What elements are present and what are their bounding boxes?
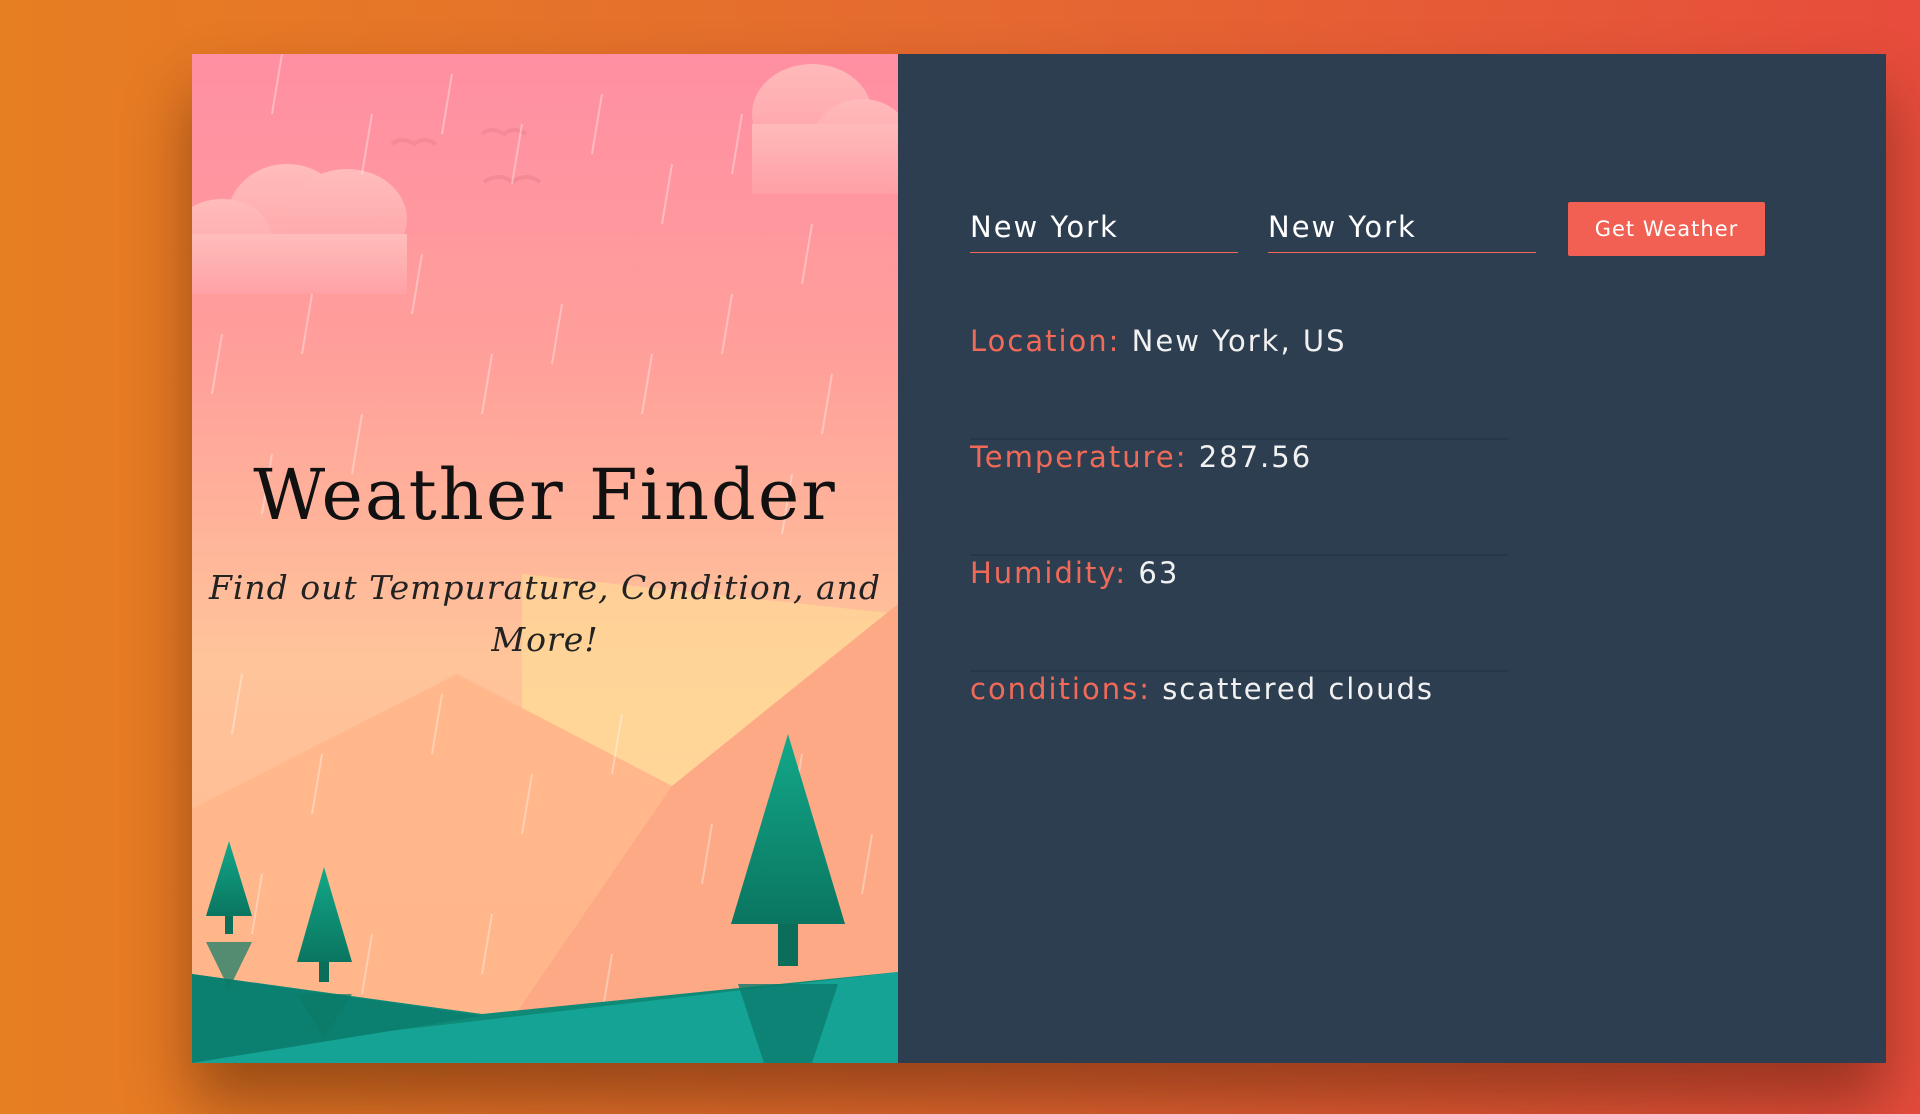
weather-panel: Get Weather Location: New York, US Tempe… (898, 54, 1886, 1063)
city-field (970, 210, 1238, 253)
location-label: Location: (970, 324, 1132, 358)
weather-results: Location: New York, US Temperature: 287.… (970, 324, 1508, 788)
location-row: Location: New York, US (970, 324, 1508, 440)
hero-panel: Weather Finder Find out Tempurature, Con… (192, 54, 898, 1063)
humidity-row: Humidity: 63 (970, 556, 1508, 672)
temperature-row: Temperature: 287.56 (970, 440, 1508, 556)
get-weather-button[interactable]: Get Weather (1568, 202, 1765, 256)
temperature-value: 287.56 (1198, 440, 1313, 474)
conditions-row: conditions: scattered clouds (970, 672, 1508, 788)
temperature-label: Temperature: (970, 440, 1199, 474)
location-value: New York, US (1131, 324, 1347, 358)
hero-title-block: Weather Finder Find out Tempurature, Con… (192, 454, 898, 666)
country-input[interactable] (1268, 210, 1536, 244)
conditions-value: scattered clouds (1162, 672, 1434, 706)
country-field (1268, 210, 1536, 253)
weather-card: Weather Finder Find out Tempurature, Con… (192, 54, 1886, 1063)
humidity-label: Humidity: (970, 556, 1139, 590)
city-input[interactable] (970, 210, 1238, 244)
weather-form: Get Weather (970, 199, 1765, 256)
page-title: Weather Finder (253, 454, 837, 536)
conditions-label: conditions: (970, 672, 1163, 706)
page-subtitle: Find out Tempurature, Condition, and Mor… (208, 568, 882, 659)
humidity-value: 63 (1138, 556, 1180, 590)
